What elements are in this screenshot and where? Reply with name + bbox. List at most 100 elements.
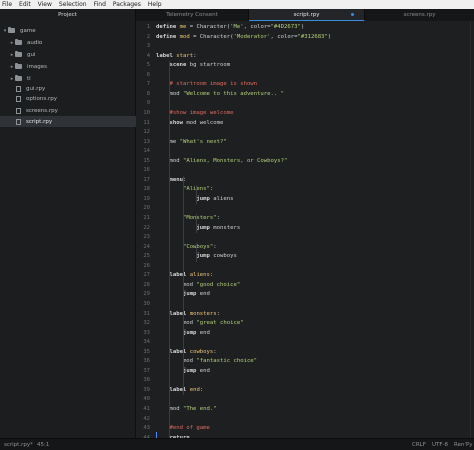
code-line[interactable]: # startroom image is shown xyxy=(156,80,257,90)
line-number: 4 xyxy=(146,52,150,59)
tab-telemetry-consent[interactable]: Telemetry Consent xyxy=(136,9,249,21)
status-line-ending[interactable]: CRLF xyxy=(412,442,426,448)
menu-file[interactable]: File xyxy=(2,0,12,9)
code-line[interactable]: "Aliens": xyxy=(156,185,213,195)
code-line[interactable]: define me = Character('Me', color="#4D26… xyxy=(156,23,304,33)
line-number: 9 xyxy=(146,100,150,107)
line-number: 40 xyxy=(143,396,150,403)
tree-item-screens-rpy[interactable]: screens.rpy xyxy=(0,105,136,116)
menu-edit[interactable]: Edit xyxy=(19,0,31,9)
code-editor[interactable]: 1 2 3 4 5 6 7 8 9 10 11 12 13 14 15 16 17 18 19 20 21 22 23 24 2… xyxy=(137,21,474,438)
code-line[interactable]: jump aliens xyxy=(156,195,233,205)
code-line[interactable]: mod "Welcome to this adventure.. " xyxy=(156,90,284,100)
line-number: 26 xyxy=(143,262,150,269)
code-line[interactable]: label cowboys: xyxy=(156,348,216,358)
tree-item-images[interactable]: ▸ images xyxy=(0,61,136,72)
tree-item-game[interactable]: ▾ game xyxy=(0,25,136,36)
tree-item-options-rpy[interactable]: options.rpy xyxy=(0,93,136,104)
code-line[interactable]: me "What's next?" xyxy=(156,138,226,148)
code-line[interactable]: "Cowboys": xyxy=(156,243,217,253)
code-line[interactable]: label end: xyxy=(156,386,203,396)
folder-icon xyxy=(15,39,22,45)
line-number-gutter: 1 2 3 4 5 6 7 8 9 10 11 12 13 14 15 16 17 18 19 20 21 22 23 24 2… xyxy=(137,21,155,438)
code-line[interactable]: #end of game xyxy=(156,424,209,434)
tree-item-label: gui xyxy=(27,51,36,58)
tab-script-rpy[interactable]: script.rpy xyxy=(249,9,365,21)
folder-icon xyxy=(15,51,22,57)
folder-icon xyxy=(8,27,15,33)
indent-guide xyxy=(182,309,184,339)
file-icon xyxy=(16,118,21,125)
line-number: 13 xyxy=(143,138,150,145)
line-number: 36 xyxy=(143,358,150,365)
modified-dot-icon xyxy=(351,13,354,16)
line-number: 41 xyxy=(143,406,150,412)
line-number: 39 xyxy=(143,386,150,393)
status-grammar[interactable]: Ren'Py xyxy=(454,442,473,448)
tree-item-label: images xyxy=(27,63,47,70)
code-line[interactable]: "Monsters": xyxy=(156,214,220,224)
line-number: 22 xyxy=(143,224,150,231)
line-number: 5 xyxy=(146,62,150,69)
line-number: 15 xyxy=(143,157,150,164)
project-tree: ▾ game ▸ audio ▸ gui ▸ images ▸ tl gui.rpy options.… xyxy=(0,21,136,438)
code-line[interactable]: mod "fantastic choice" xyxy=(156,357,257,367)
line-number: 20 xyxy=(143,205,150,212)
indent-guide xyxy=(182,271,184,300)
menu-help[interactable]: Help xyxy=(148,0,162,9)
tree-item-label: game xyxy=(20,27,36,34)
menu-selection[interactable]: Selection xyxy=(59,0,87,9)
code-line[interactable]: define mod = Character('Moderator', colo… xyxy=(156,33,331,43)
code-line[interactable]: scene bg startroom xyxy=(156,61,230,71)
indent-guide xyxy=(196,214,198,234)
menu-packages[interactable]: Packages xyxy=(113,0,141,9)
code-line[interactable]: #show image welcome xyxy=(156,109,233,119)
code-line[interactable]: label monsters: xyxy=(156,310,220,320)
line-number: 18 xyxy=(143,186,150,193)
line-number: 30 xyxy=(143,300,150,307)
menu-view[interactable]: View xyxy=(38,0,52,9)
line-number: 19 xyxy=(143,195,150,202)
menu-bar: File Edit View Selection Find Packages H… xyxy=(0,0,474,9)
indent-guide xyxy=(169,61,171,438)
file-icon xyxy=(16,85,21,92)
line-number: 31 xyxy=(143,310,150,317)
file-icon xyxy=(16,95,21,102)
line-number: 29 xyxy=(143,291,150,298)
tree-item-label: audio xyxy=(27,39,43,46)
line-number: 3 xyxy=(146,43,150,50)
line-number: 23 xyxy=(143,234,150,241)
code-line[interactable]: label start: xyxy=(156,52,196,62)
line-number: 21 xyxy=(143,215,150,221)
code-line[interactable]: menu: xyxy=(156,176,186,186)
code-line[interactable]: label aliens: xyxy=(156,271,213,281)
line-number: 11 xyxy=(143,119,150,126)
line-number: 7 xyxy=(146,81,150,88)
status-encoding[interactable]: UTF-8 xyxy=(432,442,448,448)
code-line[interactable]: mod "The end." xyxy=(156,405,216,415)
tree-item-label: tl xyxy=(27,75,31,82)
indent-guide xyxy=(196,185,198,205)
tree-item-script-rpy[interactable]: script.rpy xyxy=(0,116,136,127)
line-number: 34 xyxy=(143,339,150,346)
line-number: 38 xyxy=(143,377,150,384)
tree-item-audio[interactable]: ▸ audio xyxy=(0,37,136,48)
line-number: 42 xyxy=(143,415,150,422)
menu-find[interactable]: Find xyxy=(94,0,106,9)
code-line[interactable]: mod "Aliens, Monsters, or Cowboys?" xyxy=(156,157,287,167)
tab-project[interactable]: Project xyxy=(0,9,136,21)
tree-item-label: script.rpy xyxy=(26,118,53,125)
tab-screens-rpy[interactable]: screens.rpy xyxy=(365,9,474,21)
tree-item-gui[interactable]: ▸ gui xyxy=(0,49,136,60)
code-line[interactable]: show mod welcome xyxy=(156,119,223,129)
line-number: 25 xyxy=(143,253,150,260)
wrap-guide xyxy=(470,21,471,438)
line-number: 16 xyxy=(143,167,150,174)
tree-item-label: gui.rpy xyxy=(26,85,46,92)
status-cursor-position[interactable]: 45:1 xyxy=(37,442,49,448)
tab-label: script.rpy xyxy=(293,11,320,18)
tree-item-label: screens.rpy xyxy=(26,107,58,114)
tab-bar: Project Telemetry Consent script.rpy scr… xyxy=(0,9,474,21)
line-number: 2 xyxy=(146,33,150,40)
status-file-name[interactable]: script.rpy* xyxy=(4,442,33,448)
